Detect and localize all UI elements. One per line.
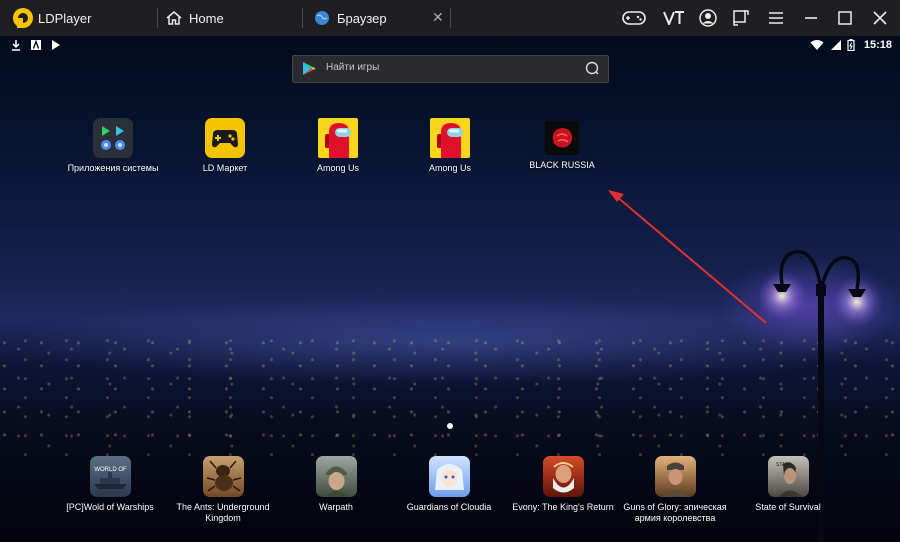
ants-icon <box>202 456 244 497</box>
vt-icon[interactable] <box>662 8 686 28</box>
android-home-screen: 15:18 Найти игры Приложения системы LD М… <box>0 36 900 542</box>
svg-text:STATE: STATE <box>776 462 792 468</box>
maximize-icon[interactable] <box>834 8 856 28</box>
app-label: [PC]Wold of Warships <box>66 502 154 512</box>
close-window-icon[interactable] <box>869 8 891 28</box>
guns-of-glory-icon <box>654 456 696 497</box>
dock-app-cloudia[interactable]: Guardians of Cloudia <box>389 456 509 513</box>
close-tab-icon[interactable]: ✕ <box>432 10 446 24</box>
minimize-icon[interactable] <box>800 8 822 28</box>
app-label: State of Survival <box>755 502 821 512</box>
window-titlebar: LDPlayer Home Браузер ✕ <box>0 0 900 36</box>
divider <box>450 8 451 28</box>
app-label: Guns of Glory: эпическая армия королевст… <box>623 502 727 523</box>
divider <box>157 8 158 28</box>
tab-home-label: Home <box>189 10 224 26</box>
warships-icon: WORLD OF <box>89 456 131 497</box>
app-title: LDPlayer <box>38 11 92 26</box>
menu-icon[interactable] <box>765 8 787 28</box>
gamepad-icon[interactable] <box>621 8 647 28</box>
tab-browser[interactable]: Браузер <box>314 0 387 36</box>
divider <box>302 8 303 28</box>
dock-app-ants[interactable]: The Ants: Underground Kingdom <box>163 456 283 524</box>
account-icon[interactable] <box>697 8 719 28</box>
warpath-icon <box>315 456 357 497</box>
app-label: Guardians of Cloudia <box>406 502 492 512</box>
app-label: Evony: The King's Return <box>512 502 614 512</box>
svg-text:WORLD OF: WORLD OF <box>94 467 127 473</box>
dock-app-state-of-survival[interactable]: STATE State of Survival <box>728 456 848 513</box>
ldplayer-logo-icon <box>13 8 33 28</box>
tab-home[interactable]: Home <box>166 0 224 36</box>
page-indicator-dot <box>447 423 453 429</box>
dock-app-warpath[interactable]: Warpath <box>276 456 396 513</box>
state-of-survival-icon: STATE <box>767 456 809 497</box>
globe-icon <box>315 11 329 25</box>
app-label: Warpath <box>319 502 353 512</box>
dock-app-guns-of-glory[interactable]: Guns of Glory: эпическая армия королевст… <box>615 456 735 524</box>
dock-app-warships[interactable]: WORLD OF [PC]Wold of Warships <box>50 456 170 513</box>
screenshot-icon[interactable] <box>730 8 752 28</box>
home-icon <box>166 11 182 25</box>
cloudia-icon <box>428 456 470 497</box>
tab-browser-label: Браузер <box>337 10 387 26</box>
app-label: The Ants: Underground Kingdom <box>176 502 270 523</box>
dock-app-evony[interactable]: Evony: The King's Return <box>503 456 623 513</box>
evony-icon <box>542 456 584 497</box>
